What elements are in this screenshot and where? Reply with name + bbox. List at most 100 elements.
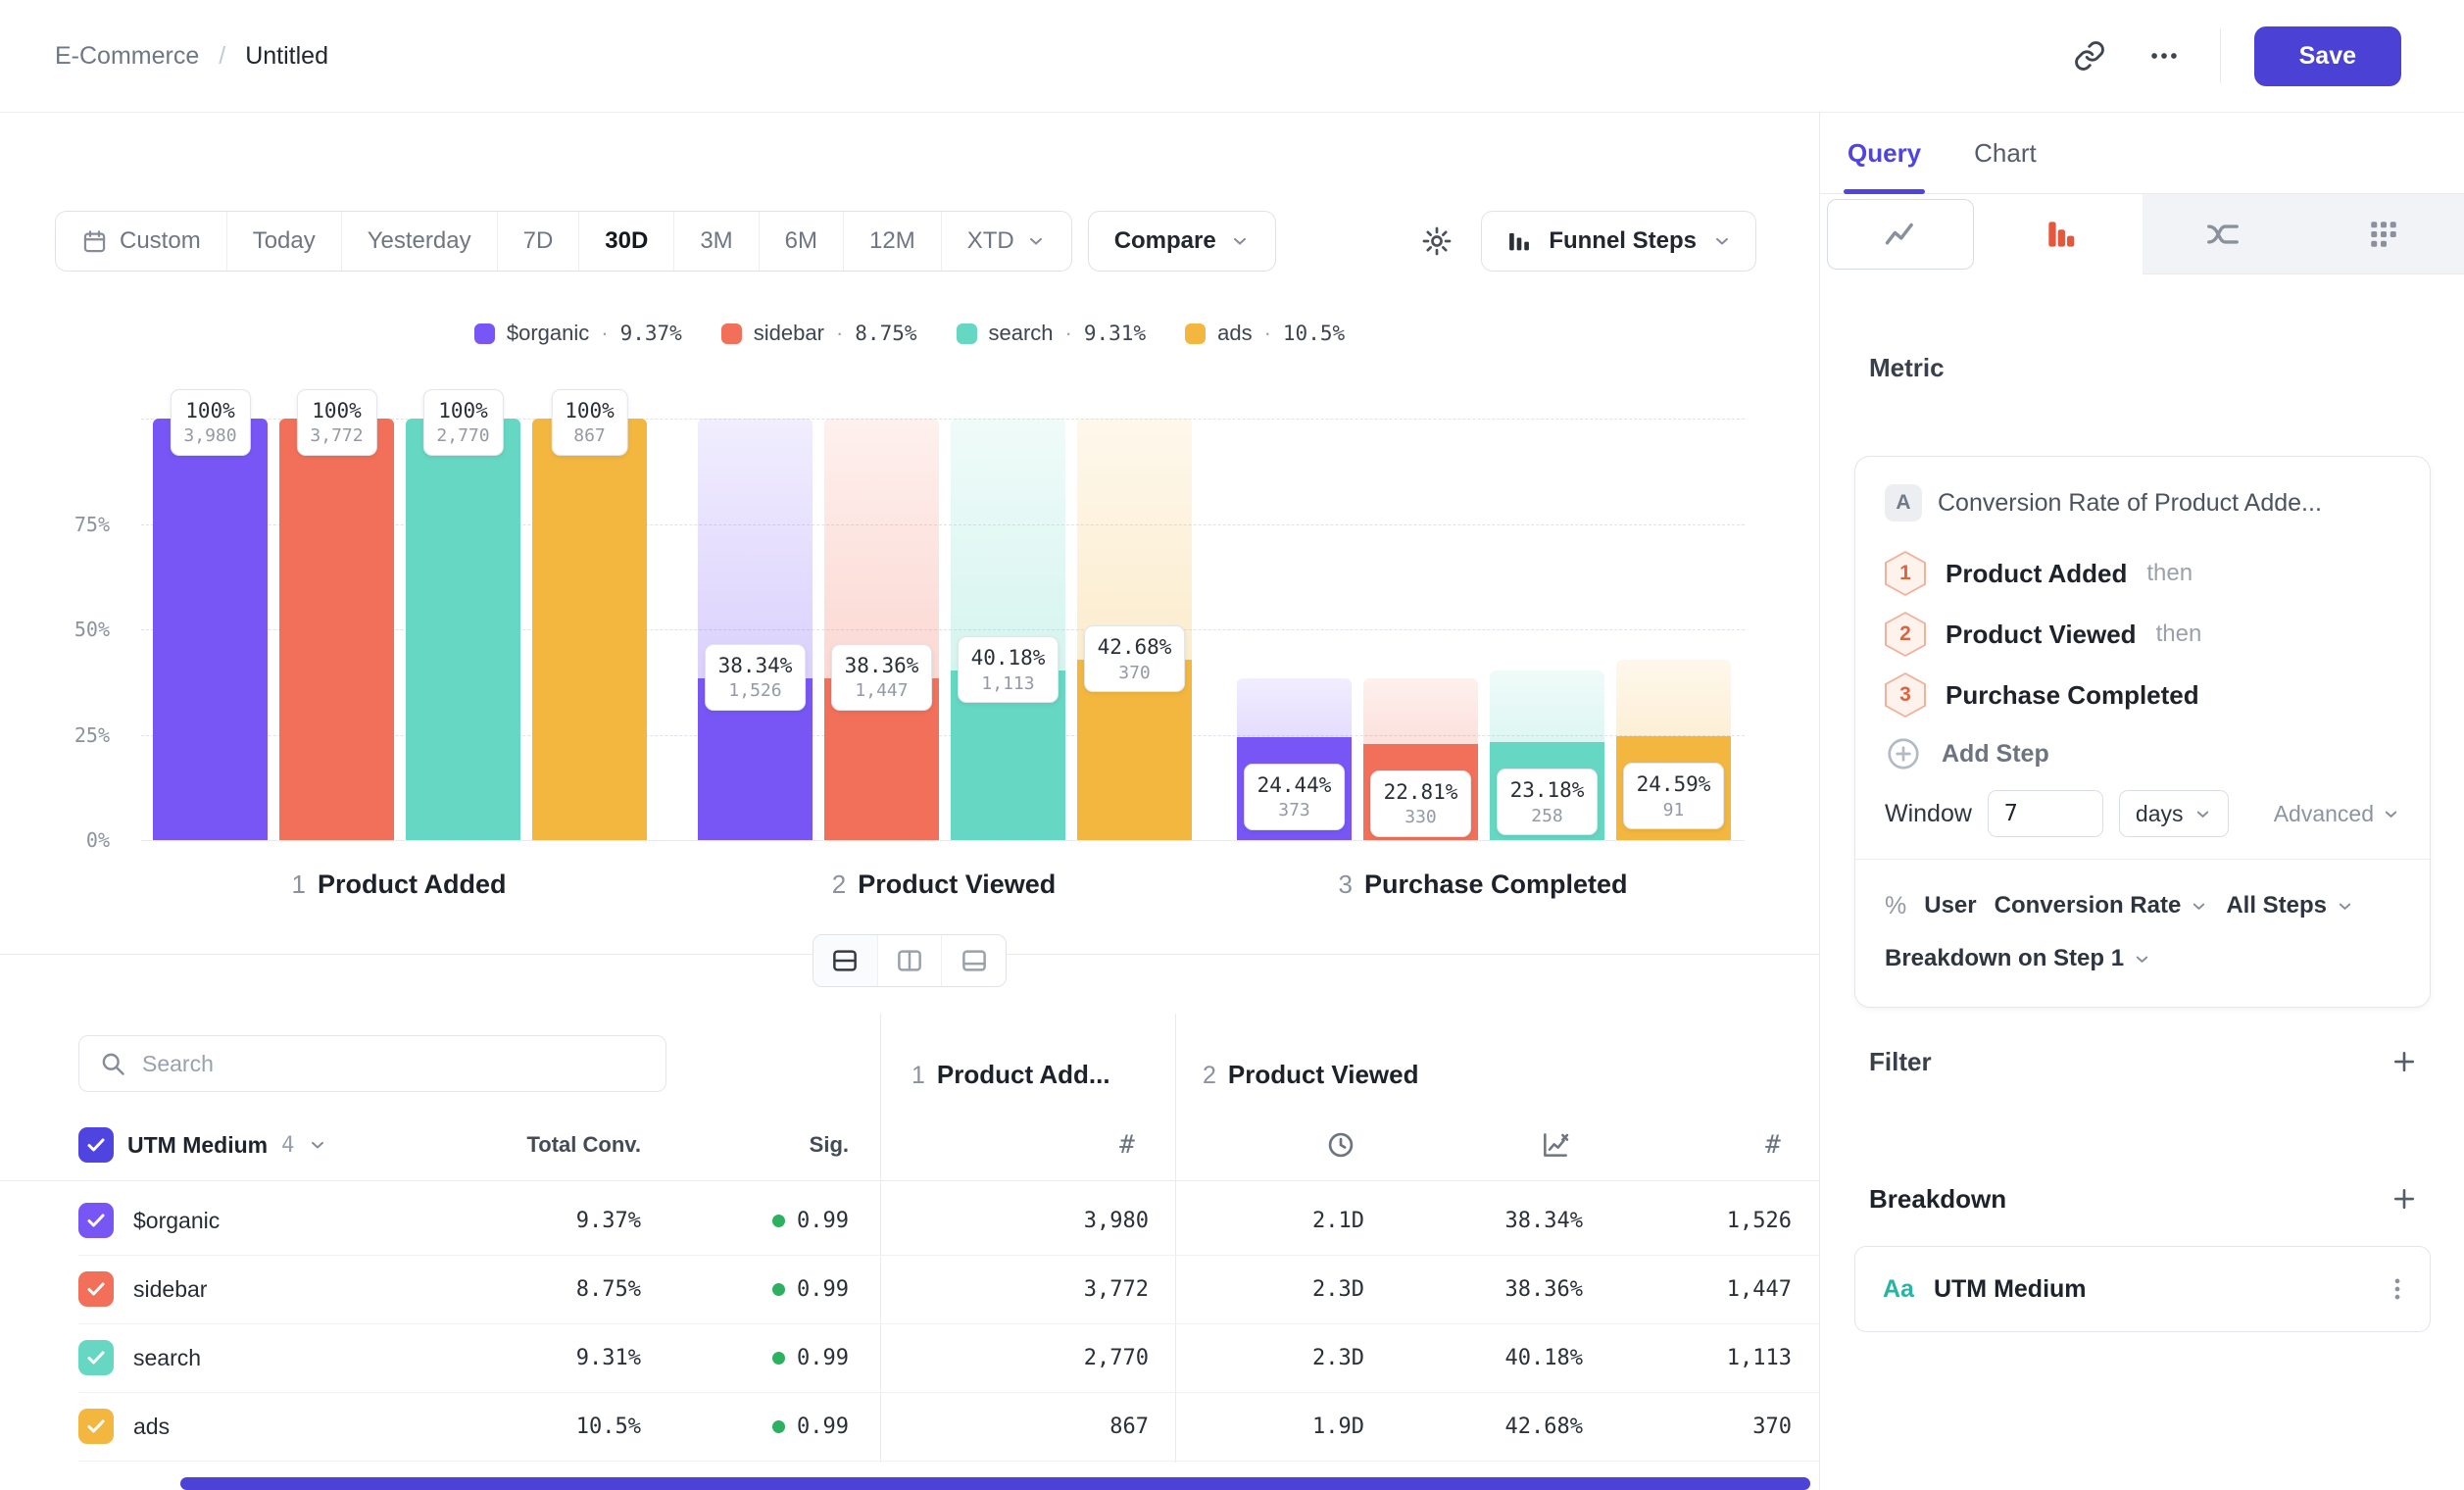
funnel-bar[interactable]	[406, 419, 520, 840]
save-button[interactable]: Save	[2254, 26, 2401, 86]
card-divider	[1855, 859, 2430, 860]
chart-type-select[interactable]: Funnel Steps	[1481, 211, 1756, 272]
table-row[interactable]: sidebar8.75%0.993,7722.3D38.36%1,447	[0, 1255, 1820, 1323]
bar-value-label: 40.18%1,113	[958, 636, 1060, 703]
step-axis-label-3: 3 Purchase Completed	[1338, 869, 1627, 900]
layout-split-columns-button[interactable]	[878, 935, 943, 986]
tab-query[interactable]: Query	[1848, 113, 1921, 193]
legend-series-name: search	[989, 321, 1054, 346]
date-range-7d[interactable]: 7D	[498, 212, 580, 271]
legend-item[interactable]: sidebar·8.75%	[721, 321, 917, 346]
add-filter-button[interactable]	[2390, 1047, 2419, 1076]
bar-count: 867	[565, 424, 615, 447]
select-all-checkbox[interactable]	[78, 1127, 114, 1163]
row-checkbox[interactable]	[78, 1203, 114, 1238]
report-type-flows[interactable]	[2143, 194, 2303, 274]
bar-conversion-pct: 100%	[565, 397, 615, 424]
add-step-button[interactable]: Add Step	[1885, 725, 2400, 782]
row-total-conv: 9.37%	[412, 1186, 641, 1255]
report-type-funnels[interactable]	[1981, 194, 2142, 274]
date-range-6m[interactable]: 6M	[760, 212, 844, 271]
row-step1-count: 2,770	[894, 1323, 1149, 1392]
legend-separator: ·	[1264, 321, 1271, 346]
measure-scope-select[interactable]: All Steps	[2226, 892, 2354, 919]
bar-count: 3,980	[183, 424, 236, 447]
search-input[interactable]	[142, 1051, 646, 1077]
breadcrumb-project[interactable]: E-Commerce	[55, 42, 199, 71]
y-axis-tick: 25%	[27, 723, 110, 747]
report-type-retention[interactable]	[2303, 194, 2464, 274]
legend-item[interactable]: $organic·9.37%	[474, 321, 682, 346]
report-type-insights[interactable]	[1820, 194, 1981, 274]
legend-swatch	[957, 323, 977, 344]
chart-type-label: Funnel Steps	[1549, 227, 1697, 255]
step-event-name[interactable]: Purchase Completed	[1946, 680, 2199, 711]
sig-column-header[interactable]: Sig.	[706, 1122, 849, 1167]
step1-count-column-button[interactable]: #	[1096, 1122, 1158, 1167]
table-row[interactable]: $organic9.37%0.993,9802.1D38.34%1,526	[0, 1186, 1820, 1255]
metric-title[interactable]: Conversion Rate of Product Adde...	[1938, 489, 2322, 518]
tab-chart[interactable]: Chart	[1974, 113, 2037, 193]
window-unit-label: days	[2136, 801, 2184, 827]
funnel-step-item-3[interactable]: 3 Purchase Completed	[1885, 665, 2400, 725]
compare-button[interactable]: Compare	[1088, 211, 1276, 272]
row-checkbox[interactable]	[78, 1271, 114, 1307]
table-step2-header: 2 Product Viewed	[1203, 1060, 1418, 1090]
chevron-down-icon	[308, 1135, 327, 1155]
date-range-30d[interactable]: 30D	[579, 212, 674, 271]
row-separator	[78, 1461, 1820, 1462]
chevron-down-icon	[2382, 805, 2400, 823]
window-value-input[interactable]	[1988, 790, 2103, 837]
date-range-today[interactable]: Today	[227, 212, 342, 271]
legend-swatch	[1185, 323, 1206, 344]
step-number: 1	[912, 1062, 925, 1090]
horizontal-scrollbar[interactable]	[180, 1477, 1810, 1490]
compare-label: Compare	[1114, 227, 1216, 255]
chevron-down-icon	[2190, 897, 2208, 916]
breakdown-on-select[interactable]: Breakdown on Step 1	[1885, 945, 2151, 972]
funnel-bar[interactable]	[532, 419, 647, 840]
topbar-actions: Save	[2067, 26, 2401, 86]
step2-count-column-button[interactable]: #	[1742, 1122, 1804, 1167]
date-range-12m[interactable]: 12M	[844, 212, 942, 271]
funnel-bar[interactable]	[279, 419, 394, 840]
table-row[interactable]: search9.31%0.992,7702.3D40.18%1,113	[0, 1323, 1820, 1392]
step-event-name[interactable]: Product Viewed	[1946, 620, 2137, 650]
row-checkbox[interactable]	[78, 1340, 114, 1375]
date-range-custom[interactable]: Custom	[56, 212, 227, 271]
row-step2-count: 1,526	[1605, 1186, 1792, 1255]
row-checkbox[interactable]	[78, 1409, 114, 1444]
date-range-yesterday[interactable]: Yesterday	[342, 212, 498, 271]
layout-split-rows-button[interactable]	[813, 935, 878, 986]
total-conv-column-header[interactable]: Total Conv.	[412, 1122, 641, 1167]
group-column-header[interactable]: UTM Medium 4	[78, 1122, 327, 1167]
measure-type-select[interactable]: Conversion Rate	[1995, 892, 2209, 919]
share-link-icon[interactable]	[2067, 33, 2112, 78]
flows-icon	[2204, 216, 2242, 253]
kebab-menu-icon[interactable]	[2383, 1274, 2412, 1304]
breadcrumb-report-name[interactable]: Untitled	[245, 42, 328, 71]
layout-bottom-panel-button[interactable]	[942, 935, 1006, 986]
date-range-3m[interactable]: 3M	[674, 212, 759, 271]
step2-avg-time-column-button[interactable]	[1309, 1122, 1372, 1167]
add-breakdown-button[interactable]	[2390, 1184, 2419, 1214]
table-row[interactable]: ads10.5%0.998671.9D42.68%370	[0, 1392, 1820, 1461]
bar-conversion-pct: 38.36%	[845, 652, 919, 679]
window-unit-select[interactable]: days	[2119, 790, 2229, 837]
legend-item[interactable]: search·9.31%	[957, 321, 1147, 346]
funnel-step-item-2[interactable]: 2 Product Viewed then	[1885, 604, 2400, 665]
funnel-step-item-1[interactable]: 1 Product Added then	[1885, 543, 2400, 604]
filter-section: Filter	[1854, 1039, 2431, 1084]
date-range-xtd[interactable]: XTD	[942, 212, 1071, 271]
legend-item[interactable]: ads·10.5%	[1185, 321, 1345, 346]
chart-settings-button[interactable]	[1404, 211, 1469, 272]
measure-entity[interactable]: User	[1924, 892, 1976, 919]
step-event-name[interactable]: Product Added	[1946, 559, 2127, 589]
step2-conv-column-button[interactable]	[1524, 1122, 1587, 1167]
funnel-bar[interactable]	[153, 419, 268, 840]
hash-icon: #	[1119, 1130, 1135, 1160]
chevron-down-icon	[1230, 231, 1250, 251]
more-options-icon[interactable]	[2142, 33, 2187, 78]
breakdown-item[interactable]: Aa UTM Medium	[1854, 1246, 2431, 1332]
advanced-toggle[interactable]: Advanced	[2274, 801, 2400, 827]
